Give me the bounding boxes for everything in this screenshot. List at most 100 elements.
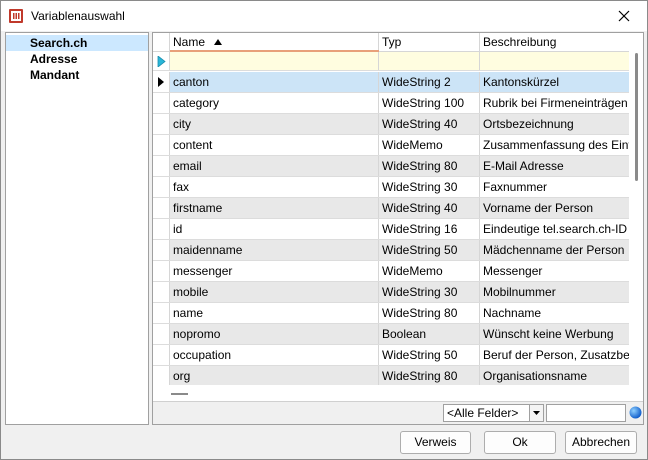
table-row[interactable]: category WideString 100 Rubrik bei Firmene… — [153, 93, 629, 114]
variable-grid: Name Typ Beschreibung canton WideString … — [152, 32, 644, 425]
cell-typ: Boolean — [379, 324, 480, 344]
cell-typ: WideString 80 — [379, 156, 480, 176]
table-row[interactable]: city WideString 40 Ortsbezeichnung — [153, 114, 629, 135]
cell-name: category — [170, 93, 379, 113]
header-indicator-cell — [153, 33, 170, 52]
search-input[interactable] — [546, 404, 626, 422]
column-header-beschreibung[interactable]: Beschreibung — [480, 33, 629, 52]
table-row[interactable]: maidenname WideString 50 Mädchenname der P… — [153, 240, 629, 261]
cell-typ: WideMemo — [379, 261, 480, 281]
tree-item-mandant[interactable]: Mandant — [6, 67, 79, 83]
document-icon — [9, 9, 23, 23]
tree-item-label: Adresse — [30, 52, 78, 66]
search-bar: <Alle Felder> — [153, 401, 643, 424]
column-header-label: Name — [173, 35, 206, 49]
horizontal-scrollbar-thumb[interactable] — [171, 393, 188, 395]
row-indicator — [153, 114, 170, 134]
cell-name: city — [170, 114, 379, 134]
row-pointer-icon — [158, 77, 164, 87]
column-header-typ[interactable]: Typ — [379, 33, 480, 52]
cell-beschreibung: Rubrik bei Firmeneinträgen (mel — [483, 96, 629, 110]
cell-beschreibung: Nachname — [483, 306, 542, 320]
cell-beschreibung: Vorname der Person — [483, 201, 594, 215]
row-indicator — [153, 366, 170, 386]
close-button[interactable] — [601, 1, 647, 31]
close-icon — [618, 10, 630, 22]
variable-selection-dialog: Variablenauswahl Search.ch Adresse Manda… — [0, 0, 648, 460]
cell-name: nopromo — [170, 324, 379, 344]
row-indicator — [153, 282, 170, 302]
cell-beschreibung: Organisationsname — [483, 369, 588, 383]
cell-beschreibung: Mädchenname der Person — [483, 243, 625, 257]
tree-item-adresse[interactable]: Adresse — [6, 51, 77, 67]
cell-beschreibung: Ortsbezeichnung — [483, 117, 574, 131]
table-row[interactable]: org WideString 80 Organisationsname — [153, 366, 629, 387]
cell-name: email — [170, 156, 379, 176]
table-tree: Search.ch Adresse Mandant — [5, 32, 149, 425]
globe-icon[interactable] — [629, 406, 642, 419]
cell-beschreibung: Faxnummer — [483, 180, 548, 194]
cell-typ: WideMemo — [379, 135, 480, 155]
table-row[interactable]: occupation WideString 50 Beruf der Person,… — [153, 345, 629, 366]
filter-cell-beschreibung[interactable] — [480, 52, 629, 70]
cell-typ: WideString 16 — [379, 219, 480, 239]
vertical-scrollbar[interactable] — [630, 33, 643, 385]
cell-beschreibung: Beruf der Person, Zusatzbezeic — [483, 348, 629, 362]
filter-row[interactable] — [153, 52, 629, 71]
cell-typ: WideString 50 — [379, 345, 480, 365]
cell-name: name — [170, 303, 379, 323]
cancel-button[interactable]: Abbrechen — [565, 431, 637, 454]
cell-beschreibung: E-Mail Adresse — [483, 159, 564, 173]
grid-header: Name Typ Beschreibung — [153, 33, 629, 52]
cell-name: maidenname — [170, 240, 379, 260]
cell-typ: WideString 100 — [379, 93, 480, 113]
column-header-label: Typ — [382, 35, 402, 49]
table-row[interactable]: name WideString 80 Nachname — [153, 303, 629, 324]
table-row[interactable]: firstname WideString 40 Vorname der Person — [153, 198, 629, 219]
cell-name: org — [170, 366, 379, 386]
cell-typ: WideString 2 — [379, 72, 480, 92]
filter-cell-typ[interactable] — [379, 52, 480, 70]
ok-button[interactable]: Ok — [484, 431, 556, 454]
field-filter-value: <Alle Felder> — [447, 406, 519, 420]
cell-name: id — [170, 219, 379, 239]
field-filter-dropdown-button[interactable] — [529, 404, 544, 422]
cell-beschreibung: Zusammenfassung des Eintrags — [483, 138, 629, 152]
cell-name: mobile — [170, 282, 379, 302]
column-header-label: Beschreibung — [483, 35, 557, 49]
cell-name: fax — [170, 177, 379, 197]
cell-name: messenger — [170, 261, 379, 281]
row-indicator — [153, 135, 170, 155]
verweis-button[interactable]: Verweis — [400, 431, 471, 454]
dropdown-arrow-icon — [533, 411, 540, 415]
tree-item-search-ch[interactable]: Search.ch — [6, 35, 148, 51]
table-row[interactable]: id WideString 16 Eindeutige tel.search.ch-… — [153, 219, 629, 240]
sort-ascending-icon — [214, 39, 223, 45]
horizontal-scrollbar[interactable] — [153, 385, 643, 401]
arrow-right-icon — [157, 55, 166, 67]
table-row[interactable]: messenger WideMemo Messenger — [153, 261, 629, 282]
filter-row-indicator — [153, 52, 170, 70]
cell-beschreibung: Kantonskürzel — [483, 75, 560, 89]
row-indicator — [153, 177, 170, 197]
table-row[interactable]: contentWideMemoZusammenfassung des Eintr… — [153, 135, 629, 156]
row-indicator — [153, 240, 170, 260]
table-row[interactable]: canton WideString 2 Kantonskürzel — [153, 72, 629, 93]
cell-typ: WideString 40 — [379, 114, 480, 134]
cell-name: canton — [170, 72, 379, 92]
table-row[interactable]: nopromo Boolean Wünscht keine Werbung — [153, 324, 629, 345]
table-row[interactable]: email WideString 80 E-Mail Adresse — [153, 156, 629, 177]
cell-beschreibung: Eindeutige tel.search.ch-ID des — [483, 222, 629, 236]
filter-cell-name[interactable] — [170, 52, 379, 70]
cell-beschreibung: Wünscht keine Werbung — [483, 327, 614, 341]
cell-typ: WideString 80 — [379, 303, 480, 323]
tree-item-label: Mandant — [30, 68, 80, 82]
row-indicator — [153, 345, 170, 365]
cell-typ: WideString 30 — [379, 177, 480, 197]
table-row[interactable]: fax WideString 30 Faxnummer — [153, 177, 629, 198]
vertical-scrollbar-thumb[interactable] — [635, 53, 638, 181]
tree-item-label: Search.ch — [30, 36, 88, 50]
table-row[interactable]: mobile WideString 30 Mobilnummer — [153, 282, 629, 303]
row-indicator — [153, 324, 170, 344]
row-indicator — [153, 72, 170, 92]
